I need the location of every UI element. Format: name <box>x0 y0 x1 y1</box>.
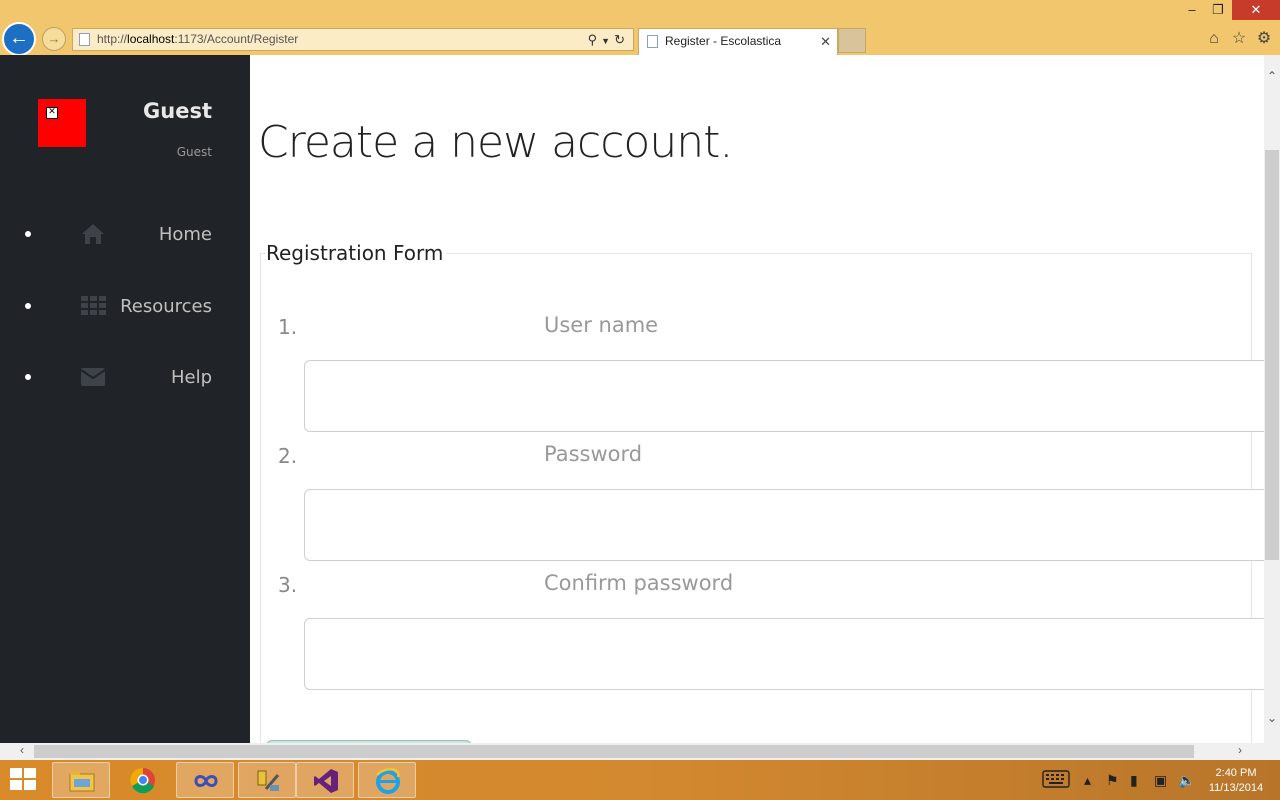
system-clock[interactable]: 2:40 PM 11/13/2014 <box>1200 766 1272 796</box>
star-icon[interactable]: ☆ <box>1228 28 1250 50</box>
field-number: 3. <box>278 573 298 597</box>
network-icon[interactable]: ▣ <box>1154 772 1167 789</box>
url-prefix: http:// <box>97 32 128 46</box>
sidebar-item-label: Resources <box>120 296 212 317</box>
form-legend: Registration Form <box>266 241 448 265</box>
scrollbar-corner <box>1264 743 1280 760</box>
infinity-app-icon <box>194 775 218 787</box>
bullet <box>25 303 31 309</box>
flag-icon[interactable]: ⚑ <box>1106 772 1119 789</box>
page-title: Create a new account. <box>258 117 733 168</box>
taskbar-app-infinity[interactable] <box>176 762 234 798</box>
avatar: ✕ <box>38 99 86 147</box>
gear-icon[interactable]: ⚙ <box>1253 28 1275 50</box>
dropdown-icon[interactable]: ▼ <box>601 36 614 46</box>
keyboard-icon[interactable] <box>1042 770 1070 791</box>
windows-start-icon[interactable] <box>10 768 38 792</box>
taskbar-app-explorer[interactable] <box>52 762 110 798</box>
tools-icon <box>257 770 280 791</box>
search-icon[interactable]: ⚲ <box>588 32 602 47</box>
chrome-icon <box>130 767 155 794</box>
new-tab-button[interactable] <box>838 28 866 53</box>
browser-chrome: ← → http://localhost:1173/Account/Regist… <box>0 0 1280 56</box>
scroll-up-icon[interactable]: ⌃ <box>1264 69 1280 83</box>
field-number: 1. <box>278 315 298 339</box>
refresh-icon[interactable]: ↻ <box>614 32 629 47</box>
home-icon[interactable]: ⌂ <box>1203 28 1225 50</box>
bullet <box>25 374 31 380</box>
grid-icon <box>80 294 106 318</box>
close-window-button[interactable]: ✕ <box>1232 0 1280 20</box>
user-name: Guest <box>143 99 212 123</box>
taskbar-app-tools[interactable] <box>238 762 296 798</box>
tab-close-icon[interactable]: ✕ <box>820 29 831 54</box>
restore-button[interactable]: ❐ <box>1205 0 1231 20</box>
clock-date: 11/13/2014 <box>1208 782 1264 794</box>
taskbar-app-visual-studio[interactable] <box>296 762 354 798</box>
address-bar[interactable]: http://localhost:1173/Account/Register ⚲… <box>72 28 634 51</box>
forward-icon[interactable]: → <box>42 27 66 51</box>
back-icon[interactable]: ← <box>2 22 36 56</box>
confirm-password-label: Confirm password <box>544 571 734 595</box>
envelope-icon <box>80 365 106 389</box>
field-number: 2. <box>278 444 298 468</box>
url-path: :1173/Account/Register <box>174 32 299 46</box>
scroll-left-icon[interactable]: ‹ <box>14 743 30 757</box>
taskbar-app-chrome[interactable] <box>114 762 172 798</box>
taskbar-app-internet-explorer[interactable] <box>358 762 416 798</box>
page-icon <box>79 33 90 46</box>
sidebar-item-home[interactable]: Home <box>0 215 250 255</box>
visual-studio-icon <box>314 769 338 793</box>
horizontal-scroll-thumb[interactable] <box>34 745 1194 758</box>
clock-time: 2:40 PM <box>1215 767 1257 779</box>
sidebar: ✕ Guest Guest Home Resources Help <box>0 55 250 743</box>
vertical-scrollbar[interactable]: ⌃ ⌄ <box>1264 55 1280 743</box>
sidebar-item-help[interactable]: Help <box>0 358 250 398</box>
password-label: Password <box>544 442 643 466</box>
url-host: localhost <box>127 32 175 46</box>
scroll-right-icon[interactable]: › <box>1232 743 1248 757</box>
home-icon <box>80 222 106 246</box>
power-icon[interactable]: ▮ <box>1130 772 1138 789</box>
show-hidden-icons-icon[interactable]: ▴ <box>1084 772 1091 789</box>
internet-explorer-icon <box>376 768 400 794</box>
password-input[interactable] <box>304 489 1264 561</box>
sidebar-item-label: Home <box>158 224 212 245</box>
username-input[interactable] <box>304 360 1264 432</box>
page-icon <box>647 35 658 48</box>
bullet <box>25 231 31 237</box>
confirm-password-input[interactable] <box>304 618 1264 690</box>
file-explorer-icon <box>69 771 95 792</box>
minimize-button[interactable]: – <box>1178 0 1206 20</box>
user-role: Guest <box>176 145 212 159</box>
tab-register[interactable]: Register - Escolastica ✕ <box>638 28 838 55</box>
broken-image-icon: ✕ <box>46 107 58 119</box>
main-content: Create a new account. Registration Form … <box>250 55 1264 743</box>
volume-icon[interactable]: 🔈 <box>1178 772 1195 789</box>
sidebar-item-resources[interactable]: Resources <box>0 287 250 327</box>
sidebar-item-label: Help <box>170 367 212 388</box>
taskbar: ▴ ⚑ ▮ ▣ 🔈 2:40 PM 11/13/2014 <box>0 760 1280 800</box>
tab-title: Register - Escolastica <box>665 34 782 48</box>
username-label: User name <box>544 313 659 337</box>
scroll-down-icon[interactable]: ⌄ <box>1264 711 1280 725</box>
horizontal-scrollbar[interactable]: ‹ › <box>0 743 1264 760</box>
vertical-scroll-thumb[interactable] <box>1265 150 1279 560</box>
